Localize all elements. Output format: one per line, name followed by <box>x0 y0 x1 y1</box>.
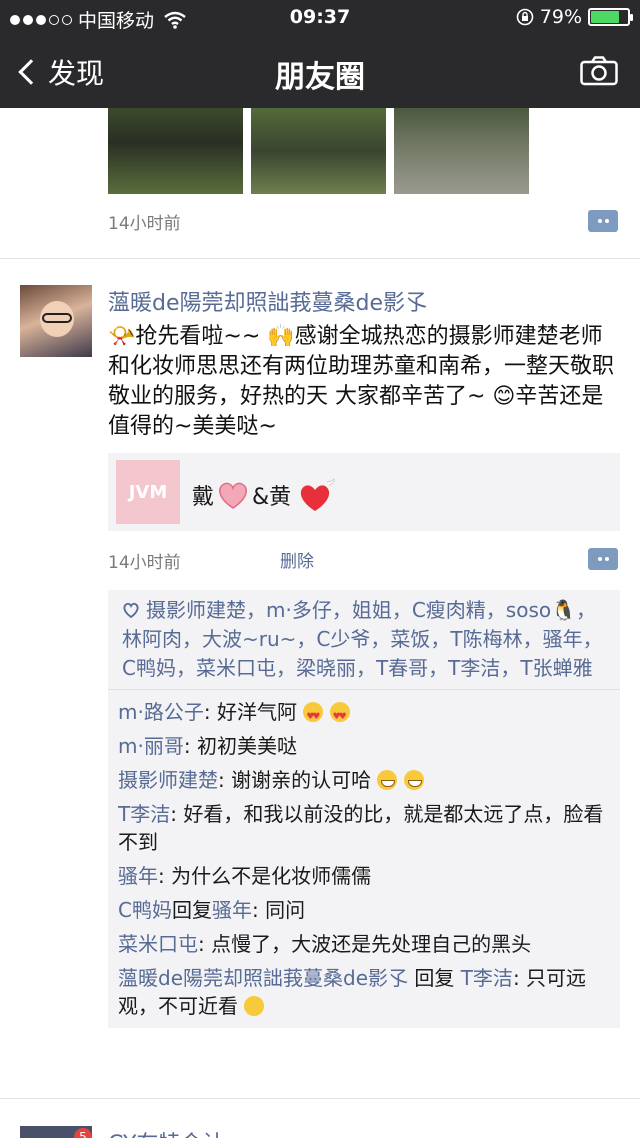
page-title: 朋友圈 <box>275 60 365 95</box>
comment-item[interactable]: m·丽哥: 初初美美哒 <box>118 732 610 760</box>
likes-and-comments: 摄影师建楚，m·多仔，姐姐，C瘦肉精，soso🐧，林阿肉，大波~ru~，C少爷，… <box>108 590 620 1028</box>
post-divider <box>0 1098 640 1099</box>
comment-author[interactable]: T李洁 <box>118 802 170 826</box>
heart-eyes-emoji-icon <box>303 702 324 731</box>
comment-item[interactable]: C鸭妈回复骚年: 同问 <box>118 896 610 924</box>
photo-thumbnail[interactable] <box>394 108 529 194</box>
nav-bar: 发现 朋友圈 <box>0 36 640 108</box>
shared-link-card[interactable]: JVM 戴 &黄 <box>108 453 620 531</box>
avatar[interactable] <box>20 285 92 357</box>
battery-icon <box>588 8 633 26</box>
comment-item[interactable]: 摄影师建楚: 谢谢亲的认可哈 <box>118 766 610 794</box>
post-username[interactable]: 薀暖de陽莞却照詘莪蔓桑de影孓 <box>108 285 427 317</box>
comment-item[interactable]: 骚年: 为什么不是化妆师儒儒 <box>118 862 610 890</box>
grin-emoji-icon <box>403 770 424 790</box>
comment-menu-button[interactable] <box>588 548 618 570</box>
comment-author[interactable]: C鸭妈 <box>118 898 172 922</box>
likes-list: 摄影师建楚，m·多仔，姐姐，C瘦肉精，soso🐧，林阿肉，大波~ru~，C少爷，… <box>108 590 620 690</box>
comments-list: m·路公子: 好洋气阿 m·丽哥: 初初美美哒 摄影师建楚: 谢谢亲的认可哈 T… <box>108 690 620 1028</box>
share-thumbnail: JVM <box>116 460 180 524</box>
heart-icon <box>219 482 247 509</box>
reply-target[interactable]: 骚年 <box>212 898 252 922</box>
tears-of-joy-emoji-icon <box>244 996 265 1016</box>
top-bar: 中国移动 09:37 79% 发现 朋友圈 <box>0 0 640 108</box>
winged-heart-icon <box>301 478 335 511</box>
next-post-username[interactable]: CY在特会计 <box>108 1126 224 1138</box>
post-divider <box>0 258 640 259</box>
comment-author[interactable]: m·丽哥 <box>118 734 184 758</box>
comment-item[interactable]: T李洁: 好看，和我以前没的比，就是都太远了点，脸看不到 <box>118 800 610 856</box>
photo-thumbnail[interactable] <box>108 108 243 194</box>
comment-author[interactable]: 骚年 <box>118 864 158 888</box>
post-text: 📯抢先看啦~~ 🙌感谢全城热恋的摄影师建楚老师和化妆师思思还有两位助理苏童和南希… <box>108 324 615 439</box>
comment-author[interactable]: 菜米口屯 <box>118 932 198 956</box>
comment-author[interactable]: 薀暖de陽莞却照詘莪蔓桑de影孓 <box>118 966 408 990</box>
status-bar: 中国移动 09:37 79% <box>0 0 640 36</box>
share-title: 戴 &黄 <box>192 477 337 513</box>
previous-post-photos <box>108 108 529 194</box>
photo-thumbnail[interactable] <box>251 108 386 194</box>
comment-author[interactable]: m·路公子 <box>118 700 204 724</box>
battery-percent: 79% <box>539 6 582 28</box>
previous-post-time: 14小时前 <box>108 214 181 234</box>
post-time: 14小时前 <box>108 553 181 573</box>
grin-emoji-icon <box>377 770 398 790</box>
camera-icon[interactable] <box>580 56 618 86</box>
delete-button[interactable]: 删除 <box>280 547 314 572</box>
comment-item[interactable]: m·路公子: 好洋气阿 <box>118 698 610 731</box>
comment-item[interactable]: 菜米口屯: 点慢了，大波还是先处理自己的黑头 <box>118 930 610 958</box>
heart-eyes-emoji-icon <box>329 702 350 731</box>
heart-outline-icon <box>123 602 139 618</box>
comment-author[interactable]: 摄影师建楚 <box>118 768 218 792</box>
rotation-lock-icon <box>516 8 534 26</box>
comment-menu-button[interactable] <box>588 210 618 232</box>
reply-target[interactable]: T李洁 <box>461 966 513 990</box>
comment-item[interactable]: 薀暖de陽莞却照詘莪蔓桑de影孓 回复 T李洁: 只可远观，不可近看 <box>118 964 610 1020</box>
